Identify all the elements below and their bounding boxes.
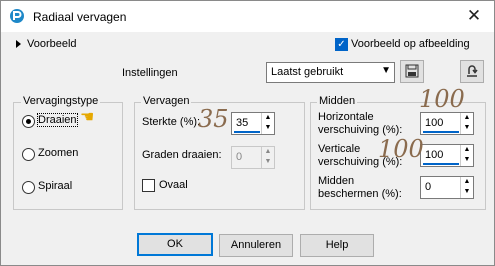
protect-spinner[interactable]: 0 ▲ ▼ bbox=[420, 176, 474, 199]
protect-value: 0 bbox=[425, 181, 432, 193]
title-bar: Radiaal vervagen ✕ bbox=[1, 1, 494, 32]
spin-down-icon[interactable]: ▼ bbox=[462, 155, 472, 165]
dialog-title: Radiaal vervagen bbox=[33, 10, 127, 24]
twist-value: 0 bbox=[236, 151, 243, 163]
strength-spinner[interactable]: 35 ▲ ▼ bbox=[231, 112, 275, 135]
preview-toggle[interactable]: Voorbeeld bbox=[27, 38, 77, 50]
radio-spiraal[interactable] bbox=[22, 181, 35, 194]
dialog-window: Radiaal vervagen ✕ Voorbeeld ✓ Voorbeeld… bbox=[0, 0, 495, 266]
v-offset-label-1: Verticale bbox=[318, 143, 361, 155]
radio-spiraal-label[interactable]: Spiraal bbox=[38, 180, 72, 192]
strength-underline bbox=[234, 131, 260, 133]
h-offset-value: 100 bbox=[425, 117, 444, 129]
preset-dropdown-value: Laatst gebruikt bbox=[271, 66, 344, 78]
chevron-down-icon: ▼ bbox=[381, 65, 391, 76]
preset-dropdown[interactable]: Laatst gebruikt ▼ bbox=[266, 62, 395, 83]
app-icon bbox=[10, 9, 24, 23]
spin-up-icon[interactable]: ▲ bbox=[462, 113, 472, 123]
spin-up-icon[interactable]: ▲ bbox=[263, 113, 273, 123]
h-offset-underline bbox=[423, 131, 459, 133]
spin-down-icon[interactable]: ▼ bbox=[462, 187, 472, 197]
annotation-strength: 35 bbox=[198, 105, 229, 133]
center-title: Midden bbox=[317, 95, 358, 107]
oval-label: Ovaal bbox=[159, 179, 188, 191]
pointing-hand-icon: ☚ bbox=[80, 109, 95, 126]
v-offset-value: 100 bbox=[425, 149, 444, 161]
blur-title: Vervagen bbox=[141, 95, 192, 107]
save-icon bbox=[405, 64, 419, 78]
spin-up-icon[interactable]: ▲ bbox=[263, 147, 273, 157]
save-preset-button[interactable] bbox=[400, 60, 424, 83]
twist-label: Graden draaien: bbox=[142, 149, 222, 161]
close-icon[interactable]: ✕ bbox=[464, 6, 484, 26]
annotation-v-offset: 100 bbox=[378, 135, 424, 163]
help-button[interactable]: Help bbox=[300, 234, 374, 257]
v-offset-spinner[interactable]: 100 ▲ ▼ bbox=[420, 144, 474, 167]
h-offset-spinner[interactable]: 100 ▲ ▼ bbox=[420, 112, 474, 135]
cancel-button[interactable]: Annuleren bbox=[219, 234, 293, 257]
reset-icon bbox=[467, 65, 478, 77]
v-offset-underline bbox=[423, 163, 459, 165]
strength-label: Sterkte (%): bbox=[142, 116, 201, 128]
strength-value: 35 bbox=[236, 117, 249, 129]
radio-draaien-label[interactable]: Draaien bbox=[37, 113, 78, 127]
protect-label-1: Midden bbox=[318, 175, 355, 187]
radio-draaien[interactable] bbox=[22, 115, 35, 128]
twist-spinner[interactable]: 0 ▲ ▼ bbox=[231, 146, 275, 169]
ok-button[interactable]: OK bbox=[137, 233, 213, 256]
oval-checkbox[interactable] bbox=[142, 179, 155, 192]
radio-zoomen-label[interactable]: Zoomen bbox=[38, 147, 78, 159]
spin-down-icon[interactable]: ▼ bbox=[263, 123, 273, 133]
protect-label-2: beschermen (%): bbox=[318, 188, 402, 200]
spin-down-icon[interactable]: ▼ bbox=[263, 157, 273, 167]
spin-down-icon[interactable]: ▼ bbox=[462, 123, 472, 133]
preview-on-image-label: Voorbeeld op afbeelding bbox=[351, 38, 470, 50]
spin-up-icon[interactable]: ▲ bbox=[462, 177, 472, 187]
settings-label: Instellingen bbox=[122, 67, 178, 79]
preview-on-image-checkbox[interactable]: ✓ bbox=[335, 38, 348, 51]
h-offset-label-1: Horizontale bbox=[318, 111, 374, 123]
annotation-h-offset: 100 bbox=[419, 85, 465, 113]
spin-up-icon[interactable]: ▲ bbox=[462, 145, 472, 155]
radio-zoomen[interactable] bbox=[22, 148, 35, 161]
blur-type-title: Vervagingstype bbox=[21, 95, 101, 107]
expand-triangle-icon[interactable] bbox=[16, 40, 21, 48]
reset-button[interactable] bbox=[460, 60, 484, 83]
